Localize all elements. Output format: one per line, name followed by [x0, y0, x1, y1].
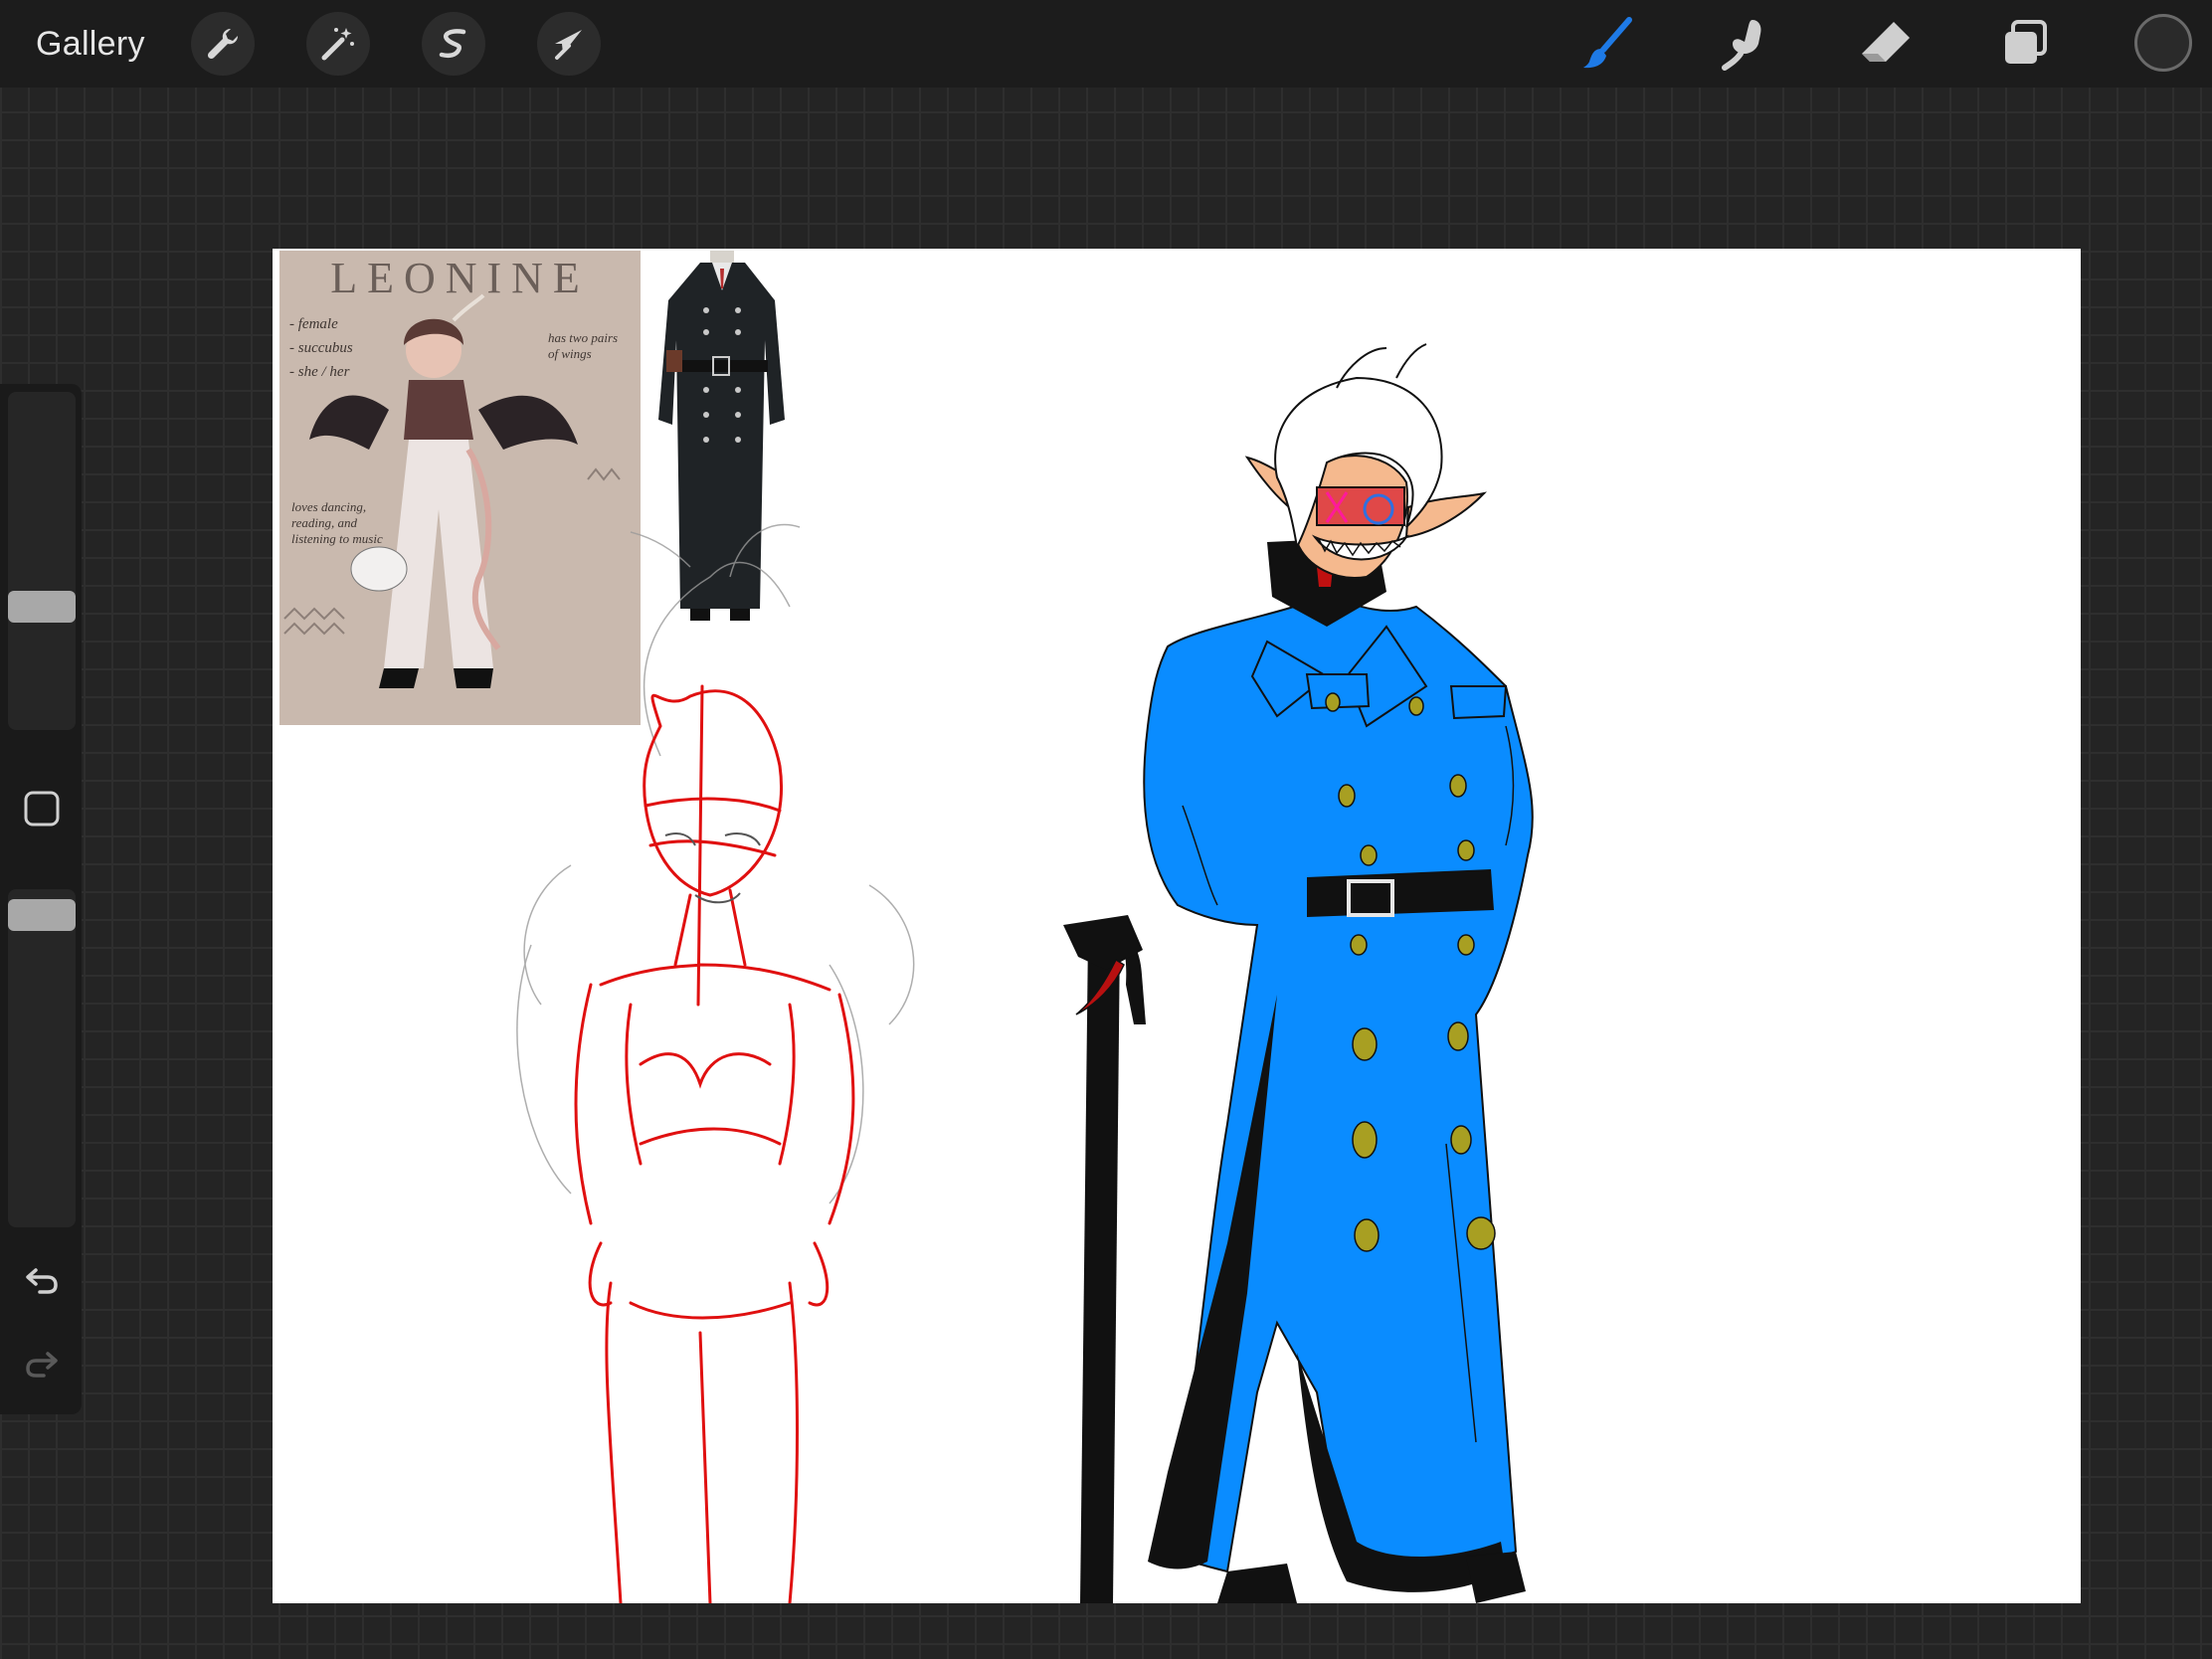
eraser-icon: [1862, 22, 1910, 62]
selection-button[interactable]: [422, 12, 485, 76]
magic-wand-icon: [321, 28, 354, 61]
eraser-tool[interactable]: [1852, 10, 1920, 78]
drawing-canvas[interactable]: LEONINE - female - succubus - she / her …: [273, 249, 2081, 1603]
left-sidebar: [0, 384, 82, 1414]
cane: [1080, 935, 1120, 1603]
smudge-finger-icon: [1722, 20, 1761, 71]
brush-tool[interactable]: [1573, 10, 1641, 78]
undo-button[interactable]: [11, 1249, 73, 1311]
selection-s-icon: [439, 29, 466, 59]
top-toolbar: Gallery: [0, 0, 2212, 88]
artwork-layer: [516, 343, 1534, 1603]
red-construction-sketch: [574, 684, 855, 1603]
brush-icon: [1583, 17, 1632, 69]
smudge-tool[interactable]: [1713, 10, 1780, 78]
brush-opacity-handle[interactable]: [8, 899, 76, 931]
actions-button[interactable]: [191, 12, 255, 76]
color-well[interactable]: [2134, 14, 2192, 72]
transform-button[interactable]: [537, 12, 601, 76]
redo-button[interactable]: [11, 1333, 73, 1394]
wrench-icon: [207, 28, 239, 60]
adjustments-button[interactable]: [306, 12, 370, 76]
brush-opacity-slider[interactable]: [8, 889, 76, 1227]
gallery-button[interactable]: Gallery: [36, 22, 145, 66]
brush-size-slider[interactable]: [8, 392, 76, 730]
layers-icon: [2005, 20, 2047, 64]
brush-size-handle[interactable]: [8, 591, 76, 624]
square-icon: [24, 791, 60, 827]
modify-button[interactable]: [11, 778, 73, 839]
redo-icon: [26, 1352, 58, 1378]
layers-tool[interactable]: [1991, 10, 2059, 78]
arrow-cursor-icon: [555, 30, 582, 60]
undo-icon: [26, 1268, 58, 1294]
